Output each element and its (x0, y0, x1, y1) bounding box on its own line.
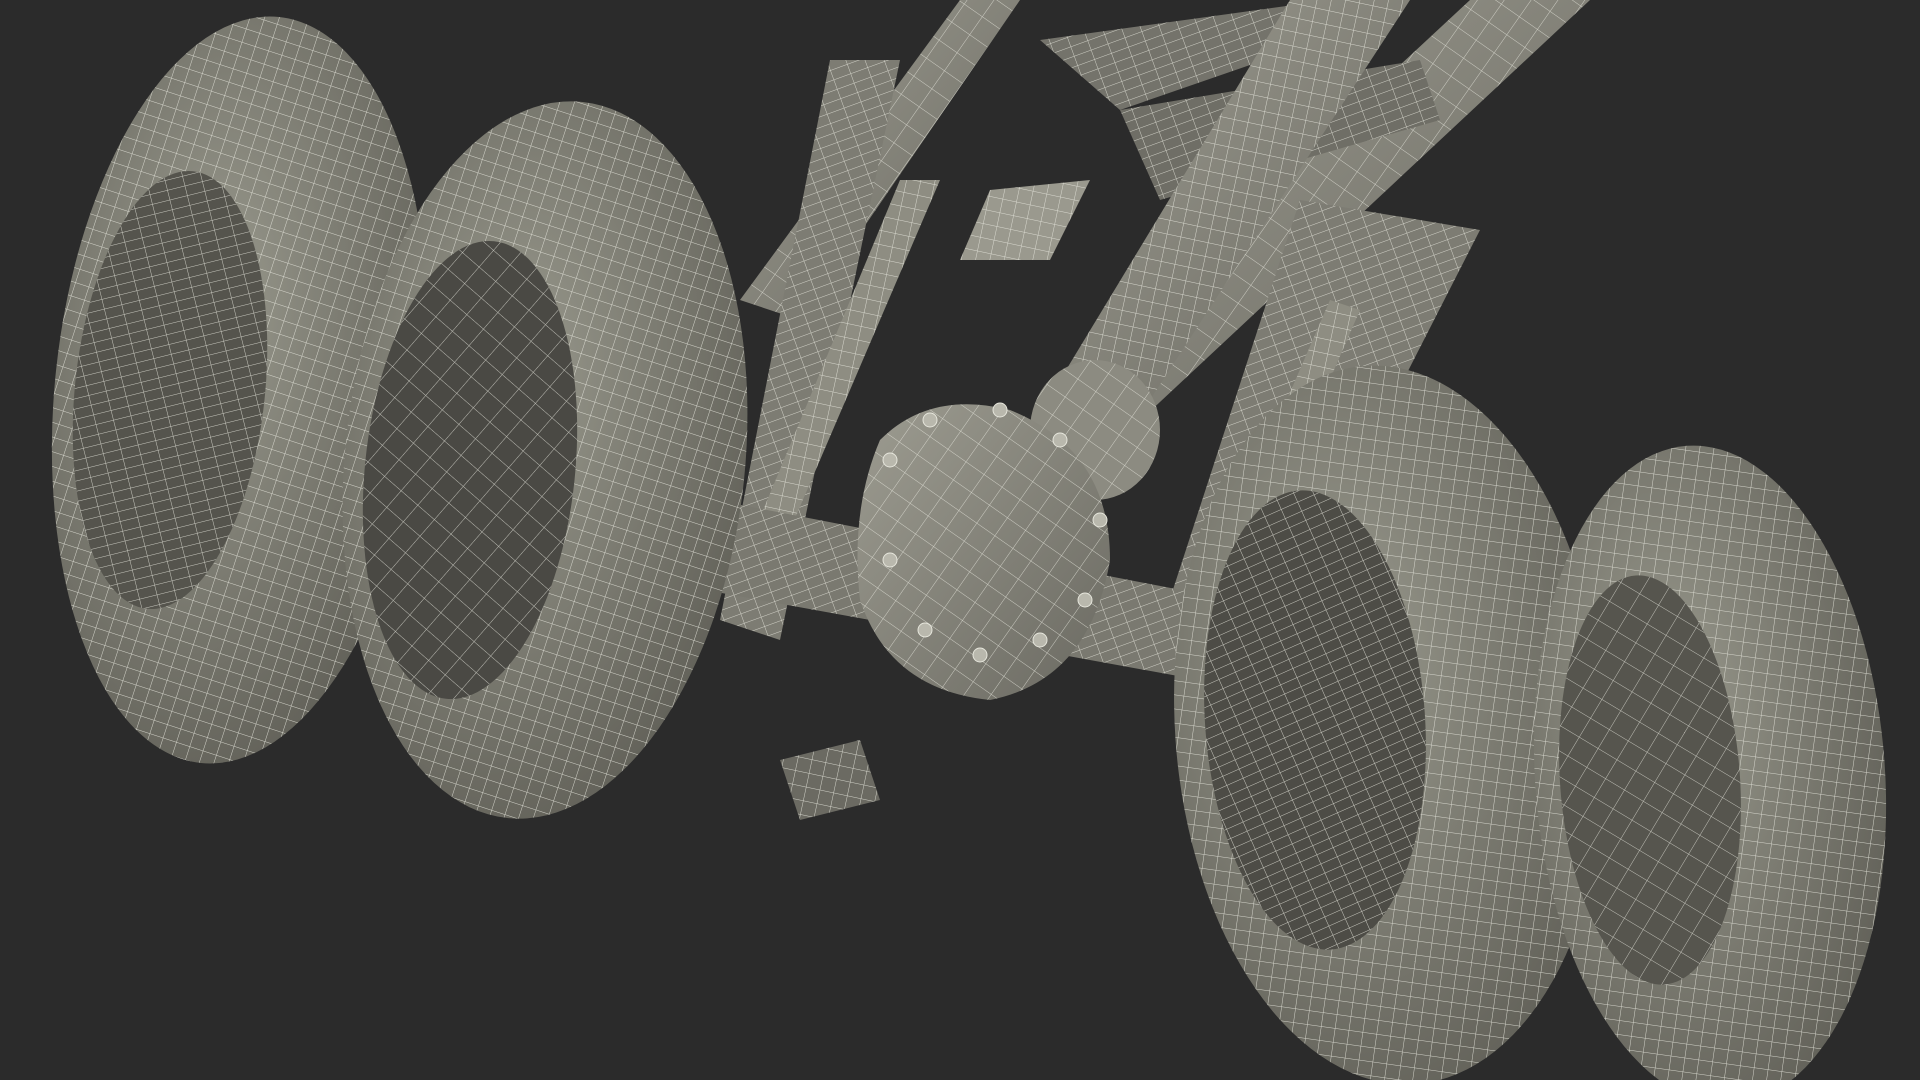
tire-outer-right-icon (1533, 445, 1887, 1080)
render-viewport[interactable] (0, 0, 1920, 1080)
wireframe-axle-render (51, 0, 1887, 1080)
